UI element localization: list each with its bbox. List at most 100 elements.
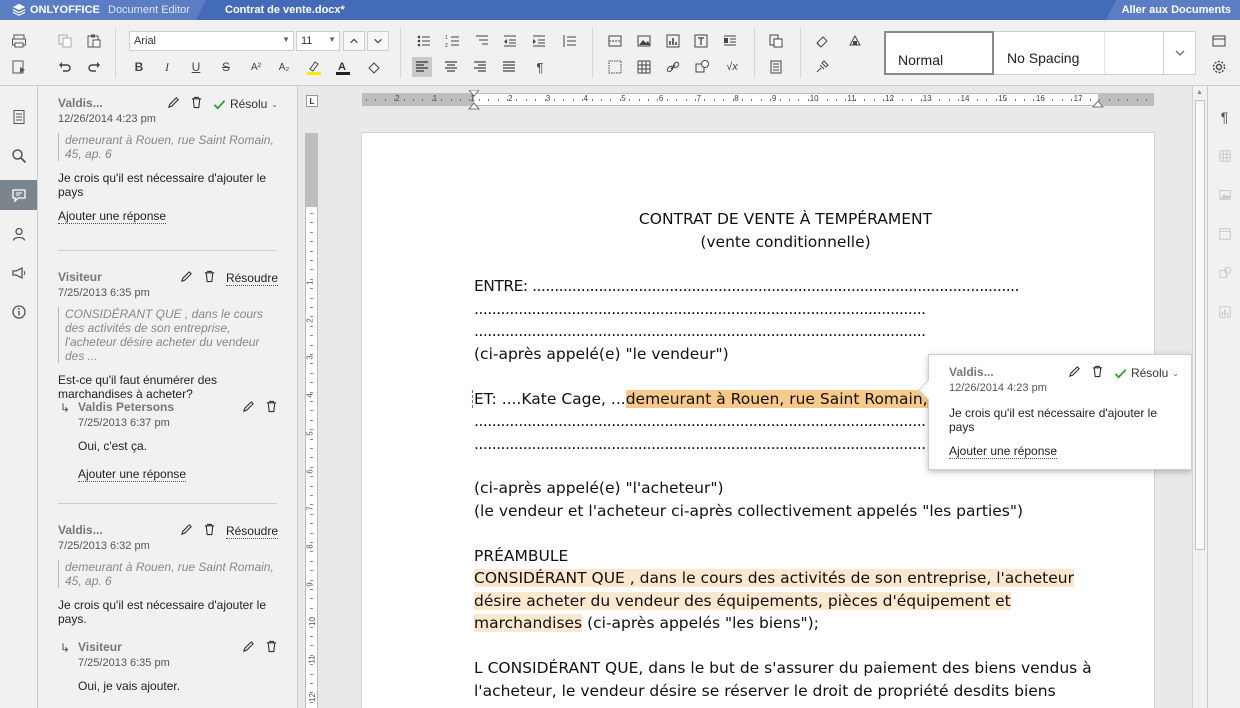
- about-info-icon[interactable]: [0, 297, 37, 327]
- commented-text-highlight[interactable]: désire acheter du vendeur des équipement…: [474, 591, 1011, 610]
- styles-more-button[interactable]: [1163, 32, 1195, 74]
- delete-trash-icon[interactable]: [265, 400, 278, 416]
- insert-margins-icon[interactable]: [605, 57, 625, 77]
- line-spacing-icon[interactable]: [559, 31, 579, 51]
- format-painter-icon[interactable]: [812, 57, 832, 77]
- scrollbar-thumb[interactable]: [1195, 100, 1205, 550]
- resolve-button[interactable]: Résoudre: [225, 524, 278, 539]
- underline-button[interactable]: U: [186, 57, 206, 77]
- ruler-tick: [723, 99, 725, 101]
- pilcrow-icon[interactable]: ¶: [530, 57, 550, 77]
- resolve-button[interactable]: Résoudre: [225, 271, 278, 286]
- increase-indent-icon[interactable]: [529, 31, 549, 51]
- style-no-spacing[interactable]: No Spacing: [995, 32, 1105, 74]
- ruler-tick: [310, 495, 313, 496]
- resolved-status[interactable]: Résolu ⌄: [1114, 366, 1179, 380]
- commented-text-highlight[interactable]: demeurant à Rouen, rue Saint Romain, 4: [625, 389, 943, 408]
- image-settings-icon[interactable]: [1208, 180, 1240, 210]
- insert-shape-icon[interactable]: [692, 57, 712, 77]
- align-left-icon[interactable]: [412, 57, 432, 77]
- feedback-megaphone-icon[interactable]: [0, 258, 37, 288]
- page-orientation-icon[interactable]: [766, 57, 786, 77]
- superscript-button[interactable]: A²: [246, 57, 266, 77]
- font-name-select[interactable]: Arial ▼: [129, 31, 294, 51]
- copy-style-icon[interactable]: [766, 31, 786, 51]
- edit-pencil-icon[interactable]: [167, 96, 180, 112]
- decrease-indent-icon[interactable]: [500, 31, 520, 51]
- insert-image-icon[interactable]: [634, 31, 654, 51]
- ruler-tick: [310, 485, 313, 487]
- edit-pencil-icon[interactable]: [242, 640, 255, 656]
- ruler-tick: [883, 99, 884, 101]
- delete-trash-icon[interactable]: [1091, 365, 1104, 381]
- add-reply-link[interactable]: Ajouter une réponse: [58, 209, 167, 224]
- clear-style-icon[interactable]: [364, 57, 384, 77]
- delete-trash-icon[interactable]: [265, 640, 278, 656]
- go-to-documents-link[interactable]: Aller aux Documents: [1122, 4, 1231, 16]
- settings-gear-icon[interactable]: [1209, 57, 1229, 77]
- align-justify-icon[interactable]: [499, 57, 519, 77]
- chart-settings-icon[interactable]: [1208, 297, 1240, 327]
- color-scheme-icon[interactable]: [845, 31, 865, 51]
- redo-icon[interactable]: [84, 57, 104, 77]
- italic-button[interactable]: I: [157, 57, 177, 77]
- increase-font-button[interactable]: [343, 31, 365, 51]
- strikethrough-button[interactable]: S: [216, 57, 236, 77]
- highlight-color-icon[interactable]: [304, 57, 324, 77]
- numbered-list-icon[interactable]: 12: [443, 31, 463, 51]
- resolved-status[interactable]: Résolu ⌄: [213, 97, 278, 111]
- ruler-tick: [310, 231, 313, 233]
- add-reply-link[interactable]: Ajouter une réponse: [78, 467, 187, 482]
- scroll-up-arrow-icon[interactable]: ▲: [1196, 89, 1203, 96]
- bold-button[interactable]: B: [129, 57, 149, 77]
- user-icon[interactable]: [0, 219, 37, 249]
- page-break-icon[interactable]: [605, 31, 625, 51]
- vertical-scrollbar[interactable]: ▲: [1192, 86, 1207, 708]
- edit-pencil-icon[interactable]: [180, 270, 193, 286]
- bullet-list-icon[interactable]: [414, 31, 434, 51]
- table-settings-icon[interactable]: [1208, 141, 1240, 171]
- insert-text-box-icon[interactable]: [691, 31, 711, 51]
- copy-icon[interactable]: [55, 31, 75, 51]
- undo-icon[interactable]: [55, 57, 75, 77]
- font-size-select[interactable]: 11 ▼: [296, 31, 340, 51]
- ruler-tick: [836, 99, 837, 101]
- tab-stop-selector[interactable]: L: [306, 95, 318, 107]
- view-settings-icon[interactable]: [1209, 31, 1229, 51]
- print-icon[interactable]: [9, 31, 29, 51]
- style-normal[interactable]: Normal: [884, 31, 994, 75]
- delete-trash-icon[interactable]: [203, 270, 216, 286]
- align-center-icon[interactable]: [441, 57, 461, 77]
- commented-text-highlight[interactable]: CONSIDÉRANT QUE , dans le cours des acti…: [474, 569, 1074, 588]
- insert-table-icon[interactable]: [634, 57, 654, 77]
- paragraph-settings-icon[interactable]: ¶: [1208, 102, 1240, 132]
- multilevel-list-icon[interactable]: [472, 31, 492, 51]
- right-indent-marker-icon[interactable]: [1092, 100, 1104, 108]
- file-menu-icon[interactable]: [0, 102, 37, 132]
- save-copy-icon[interactable]: [9, 57, 29, 77]
- search-icon[interactable]: [0, 141, 37, 171]
- edit-pencil-icon[interactable]: [1068, 365, 1081, 381]
- delete-trash-icon[interactable]: [190, 96, 203, 112]
- insert-chart-icon[interactable]: [663, 31, 683, 51]
- align-right-icon[interactable]: [470, 57, 490, 77]
- ruler-tick: [469, 99, 471, 101]
- decrease-font-button[interactable]: [367, 31, 389, 51]
- insert-link-icon[interactable]: [663, 57, 683, 77]
- insert-drop-cap-icon[interactable]: [720, 31, 740, 51]
- edit-pencil-icon[interactable]: [242, 400, 255, 416]
- eraser-icon[interactable]: [812, 31, 832, 51]
- comments-icon[interactable]: [0, 180, 37, 210]
- insert-equation-icon[interactable]: √x: [722, 57, 742, 77]
- commented-text-highlight[interactable]: marchandises: [474, 614, 583, 633]
- delete-trash-icon[interactable]: [203, 523, 216, 539]
- doc-line: (le vendeur et l'acheteur ci-après colle…: [474, 501, 1024, 520]
- ruler-tick: [535, 99, 537, 101]
- edit-pencil-icon[interactable]: [180, 523, 193, 539]
- font-color-icon[interactable]: A: [333, 57, 353, 77]
- subscript-button[interactable]: A₂: [274, 57, 294, 77]
- header-footer-settings-icon[interactable]: [1208, 219, 1240, 249]
- add-reply-link[interactable]: Ajouter une réponse: [949, 444, 1058, 459]
- paste-icon[interactable]: [84, 31, 104, 51]
- shape-settings-icon[interactable]: [1208, 258, 1240, 288]
